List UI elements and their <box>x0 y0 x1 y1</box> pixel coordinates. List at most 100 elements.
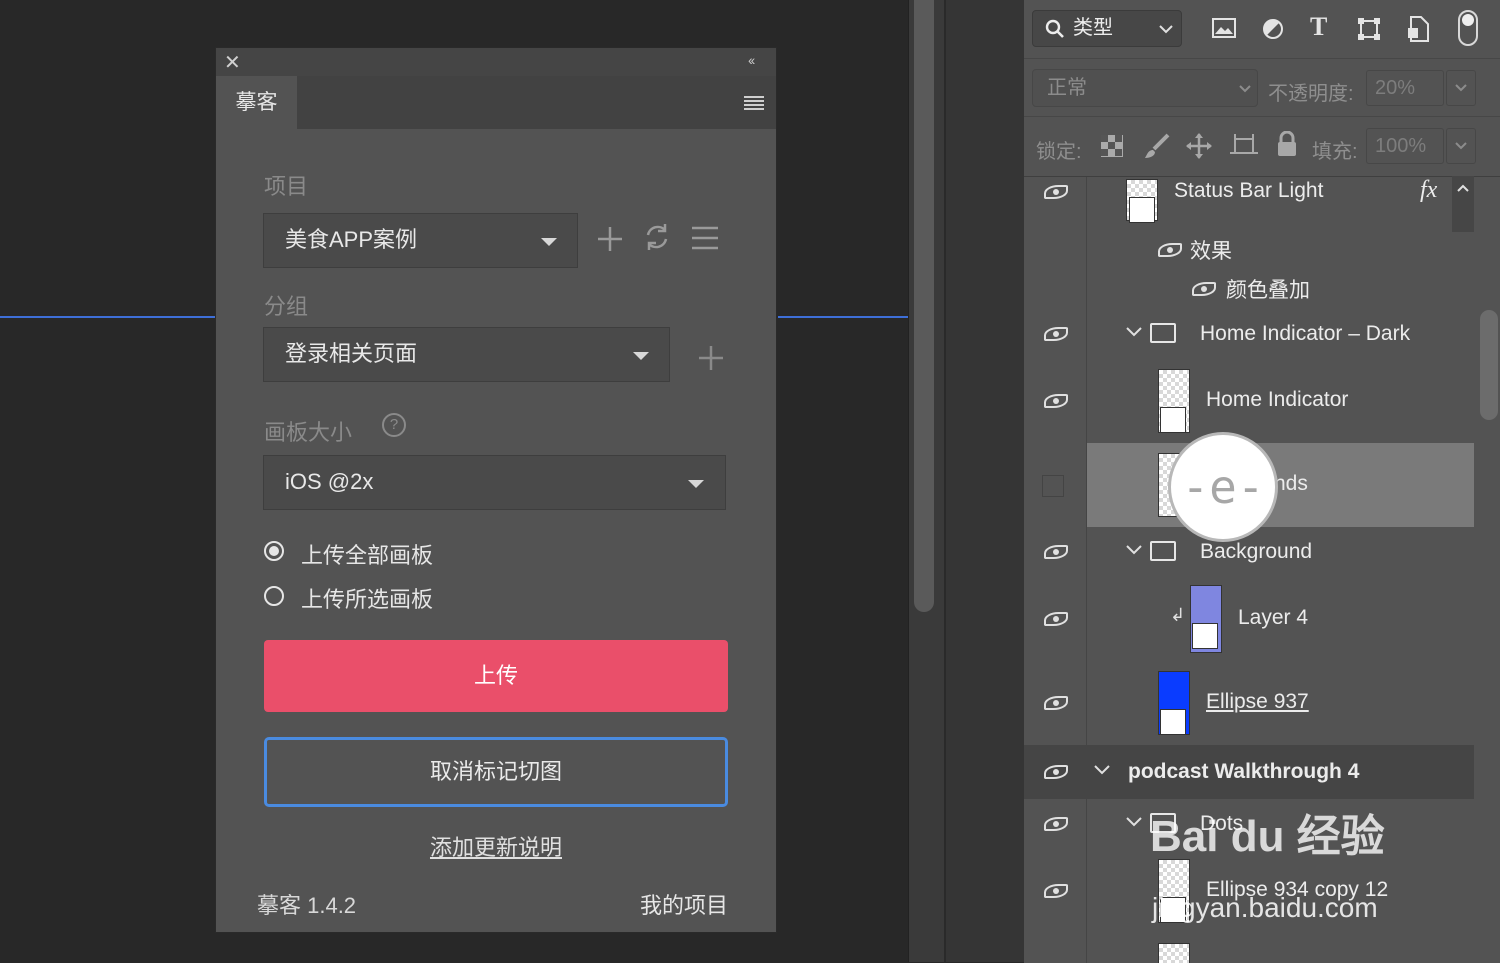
collapse-icon[interactable]: ‹‹ <box>748 52 755 68</box>
pixel-layer-filter-icon[interactable] <box>1212 18 1236 38</box>
eye-icon[interactable] <box>1044 545 1068 559</box>
list-icon[interactable] <box>692 226 718 250</box>
layer-group-row[interactable]: Home Indicator – Dark <box>1024 309 1474 360</box>
upload-button[interactable]: 上传 <box>264 640 728 712</box>
effects-label[interactable]: 效果 <box>1190 235 1232 265</box>
project-select[interactable]: 美食APP案例 <box>263 213 578 268</box>
chevron-down-icon[interactable] <box>1126 327 1142 337</box>
search-icon <box>1045 19 1064 38</box>
visibility-off-box[interactable] <box>1042 475 1064 497</box>
visibility-cell[interactable] <box>1024 443 1087 527</box>
opacity-dropdown[interactable] <box>1446 70 1476 106</box>
visibility-cell[interactable] <box>1024 527 1087 577</box>
shape-badge-icon <box>1160 407 1186 433</box>
layer-name[interactable]: Status Bar Light <box>1174 179 1323 203</box>
lock-artboard-icon[interactable] <box>1230 133 1258 159</box>
eye-icon[interactable] <box>1044 327 1068 341</box>
layer-row[interactable] <box>1024 933 1474 963</box>
fx-icon[interactable]: fx <box>1420 177 1437 204</box>
visibility-cell[interactable] <box>1024 933 1087 963</box>
close-icon[interactable]: ✕ <box>224 50 241 75</box>
layer-row[interactable]: ↲ Layer 4 <box>1024 577 1474 662</box>
blend-mode-value: 正常 <box>1047 77 1087 99</box>
layer-filter-select[interactable]: 类型 <box>1032 10 1182 47</box>
layer-row[interactable]: Home Indicator <box>1024 359 1474 444</box>
refresh-icon[interactable] <box>643 222 671 252</box>
effects-eye-icon[interactable] <box>1158 243 1182 257</box>
radio-upload-all[interactable] <box>264 541 284 561</box>
adjustment-layer-filter-icon[interactable] <box>1262 18 1284 40</box>
radio-upload-selected[interactable] <box>264 586 284 606</box>
opacity-input[interactable]: 20% <box>1366 70 1444 106</box>
visibility-cell[interactable] <box>1024 661 1087 745</box>
artboard-size-select[interactable]: iOS @2x <box>263 455 726 510</box>
chevron-up-icon[interactable] <box>1457 184 1469 192</box>
visibility-cell[interactable] <box>1024 359 1087 443</box>
artboard-size-value: iOS @2x <box>285 469 374 494</box>
canvas-scrollbar-thumb[interactable] <box>914 0 934 612</box>
visibility-cell[interactable] <box>1024 849 1087 933</box>
help-icon[interactable]: ? <box>382 413 406 437</box>
fill-input[interactable]: 100% <box>1366 128 1444 164</box>
eye-icon[interactable] <box>1044 394 1068 408</box>
visibility-cell[interactable] <box>1024 745 1086 799</box>
eye-icon[interactable] <box>1044 817 1068 831</box>
add-project-icon[interactable] <box>596 225 624 253</box>
add-group-icon[interactable] <box>697 344 725 372</box>
smart-object-filter-icon[interactable] <box>1407 16 1429 42</box>
group-select[interactable]: 登录相关页面 <box>263 327 670 382</box>
layers-inner-scroll-top[interactable] <box>1452 176 1474 232</box>
chevron-down-icon[interactable] <box>1126 545 1142 555</box>
tab-mockplus[interactable]: 摹客 <box>216 76 297 130</box>
layer-name[interactable]: Background <box>1200 540 1312 564</box>
visibility-cell[interactable] <box>1024 799 1087 849</box>
color-overlay-label[interactable]: 颜色叠加 <box>1226 274 1310 304</box>
eye-icon[interactable] <box>1044 612 1068 626</box>
eye-icon[interactable] <box>1044 696 1068 710</box>
layer-name[interactable]: nds <box>1274 472 1308 496</box>
shape-layer-filter-icon[interactable] <box>1357 17 1381 41</box>
layers-scrollbar-thumb[interactable] <box>1480 310 1498 420</box>
eye-icon[interactable] <box>1044 185 1068 199</box>
chevron-down-icon <box>688 480 704 488</box>
add-update-notes-link[interactable]: 添加更新说明 <box>216 830 776 862</box>
lock-position-icon[interactable] <box>1186 133 1212 159</box>
visibility-cell[interactable] <box>1024 177 1087 309</box>
filter-toggle[interactable] <box>1458 10 1478 46</box>
fill-dropdown[interactable] <box>1446 128 1476 164</box>
lock-all-icon[interactable] <box>1276 131 1298 157</box>
clipping-mask-icon: ↲ <box>1170 605 1186 625</box>
cancel-slice-button[interactable]: 取消标记切图 <box>264 737 728 807</box>
layer-name[interactable]: Home Indicator <box>1206 388 1348 412</box>
visibility-cell[interactable] <box>1024 577 1087 661</box>
chevron-down-icon[interactable] <box>1126 817 1142 827</box>
lock-row: 锁定: 填充: 100% <box>1024 116 1500 177</box>
layer-row[interactable]: Status Bar Light fx 效果 颜色叠加 <box>1024 177 1474 310</box>
key-press-overlay: -e- <box>1168 432 1278 542</box>
chevron-down-icon[interactable] <box>1094 765 1110 775</box>
artboard-name[interactable]: podcast Walkthrough 4 <box>1128 760 1359 784</box>
radio-upload-all-label[interactable]: 上传全部画板 <box>301 538 433 570</box>
layer-name[interactable]: Layer 4 <box>1238 606 1308 630</box>
panel-menu-icon[interactable] <box>744 96 764 110</box>
lock-pixels-icon[interactable] <box>1144 133 1170 159</box>
opacity-label: 不透明度: <box>1268 83 1354 105</box>
type-layer-filter-icon[interactable]: T <box>1310 12 1327 42</box>
layer-name[interactable]: Home Indicator – Dark <box>1200 322 1410 346</box>
blend-row: 正常 不透明度: 20% <box>1024 58 1500 117</box>
blend-mode-select[interactable]: 正常 <box>1032 69 1258 107</box>
eye-icon[interactable] <box>1044 765 1068 779</box>
layer-row[interactable]: Ellipse 937 <box>1024 661 1474 746</box>
my-projects-link[interactable]: 我的项目 <box>640 888 728 920</box>
layer-name[interactable]: Ellipse 937 <box>1206 690 1309 714</box>
version-text: 摹客 1.4.2 <box>257 893 357 918</box>
visibility-cell[interactable] <box>1024 309 1087 359</box>
fill-label: 填充: <box>1312 141 1358 163</box>
artboard-row[interactable]: podcast Walkthrough 4 <box>1024 745 1474 800</box>
eye-icon[interactable] <box>1044 884 1068 898</box>
lock-transparent-icon[interactable] <box>1101 135 1123 157</box>
color-overlay-eye-icon[interactable] <box>1192 282 1216 296</box>
chevron-down-icon <box>1159 25 1173 34</box>
chevron-down-icon <box>1455 142 1467 150</box>
radio-upload-selected-label[interactable]: 上传所选画板 <box>301 582 433 614</box>
